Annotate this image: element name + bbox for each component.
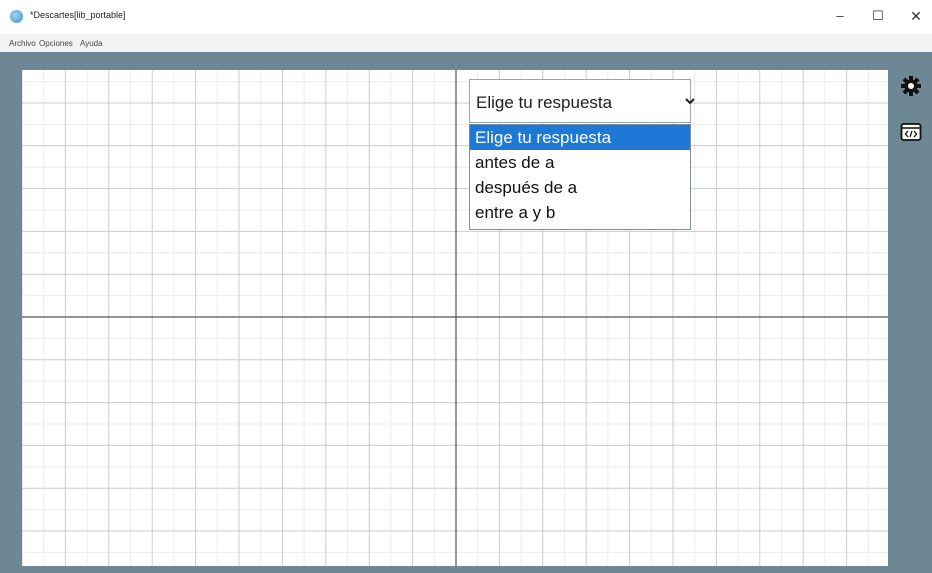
applet-area: Elige tu respuesta Elige tu respuesta an… — [0, 52, 932, 573]
minimize-button[interactable]: – — [826, 6, 854, 26]
window-title: *Descartes[lib_portable] — [30, 10, 126, 20]
menu-bar: Archivo Opciones Ayuda — [0, 34, 932, 52]
code-icon[interactable] — [898, 119, 924, 145]
title-bar: *Descartes[lib_portable] – ☐ ✕ — [0, 0, 932, 34]
option-elige[interactable]: Elige tu respuesta — [470, 125, 690, 150]
menu-ayuda[interactable]: Ayuda — [80, 39, 103, 48]
option-antes-de-a[interactable]: antes de a — [470, 150, 690, 175]
maximize-button[interactable]: ☐ — [864, 6, 892, 26]
answer-select[interactable]: Elige tu respuesta — [469, 79, 695, 123]
option-entre-a-y-b[interactable]: entre a y b — [470, 200, 690, 225]
menu-archivo[interactable]: Archivo — [9, 39, 36, 48]
cartesian-grid — [22, 70, 888, 566]
close-button[interactable]: ✕ — [902, 6, 930, 26]
answer-dropdown-list: Elige tu respuesta antes de a después de… — [469, 124, 691, 230]
option-despues-de-a[interactable]: después de a — [470, 175, 690, 200]
graph-canvas[interactable]: Elige tu respuesta Elige tu respuesta an… — [22, 70, 888, 566]
menu-opciones[interactable]: Opciones — [39, 39, 73, 48]
gear-icon[interactable] — [898, 73, 924, 99]
app-icon — [10, 10, 23, 23]
answer-select-value: Elige tu respuesta — [476, 93, 613, 112]
